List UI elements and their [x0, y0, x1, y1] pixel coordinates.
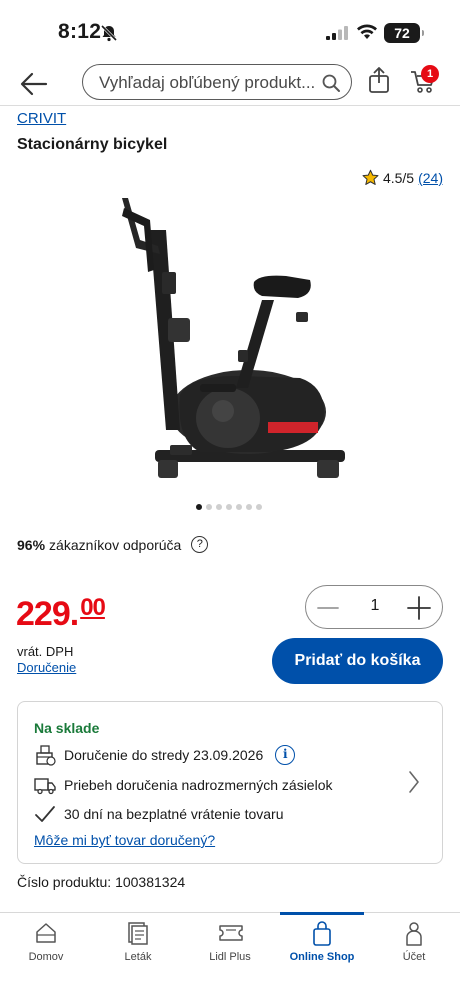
- help-icon[interactable]: ?: [191, 536, 209, 553]
- tab-label: Domov: [28, 951, 64, 963]
- carousel-dot[interactable]: [256, 504, 262, 510]
- product-number-label: Číslo produktu:: [17, 874, 112, 890]
- tab-home[interactable]: Domov: [0, 913, 92, 973]
- account-icon: [406, 922, 422, 946]
- returns-row: 30 dní na bezplatné vrátenie tovaru: [34, 803, 284, 825]
- review-count-link[interactable]: (24): [418, 170, 443, 186]
- delivery-link[interactable]: Doručenie: [17, 660, 76, 675]
- carousel-dot[interactable]: [236, 504, 242, 510]
- image-carousel-dots[interactable]: [196, 504, 262, 510]
- chevron-right-icon[interactable]: [408, 770, 420, 794]
- recommendation-row: 96% zákazníkov odporúča ?: [17, 536, 209, 553]
- availability-card[interactable]: Na sklade Doručenie do stredy 23.09.2026…: [17, 701, 443, 864]
- carousel-dot[interactable]: [206, 504, 212, 510]
- status-time: 8:12: [58, 20, 102, 43]
- rating-value: 4.5/5: [382, 169, 415, 186]
- carousel-dot[interactable]: [226, 504, 232, 510]
- delivery-date-text: Doručenie do stredy 23.09.2026: [64, 747, 264, 763]
- product-image[interactable]: [110, 190, 360, 490]
- tab-online-shop[interactable]: Online Shop: [276, 912, 368, 973]
- plus-icon[interactable]: [406, 595, 432, 621]
- bell-muted-icon: [100, 24, 118, 42]
- stock-status: Na sklade: [34, 720, 100, 736]
- tab-label: Lidl Plus: [209, 951, 251, 963]
- nav-divider: [0, 105, 460, 106]
- top-nav: Vyhľadaj obľúbený produkt... 1: [0, 62, 460, 106]
- tab-leaflet[interactable]: Leták: [92, 913, 184, 973]
- oversize-delivery-text: Priebeh doručenia nadrozmerných zásielok: [64, 777, 333, 793]
- price: 229.00: [16, 594, 106, 634]
- status-bar: 8:12 72: [0, 0, 460, 62]
- quantity-stepper: 1: [305, 585, 443, 629]
- tab-account[interactable]: Účet: [368, 913, 460, 973]
- checkmark-icon: [35, 806, 55, 822]
- star-icon: [362, 169, 379, 185]
- cellular-signal-icon: [326, 26, 348, 40]
- package-icon: [36, 745, 56, 766]
- product-title: Stacionárny bicykel: [17, 136, 168, 153]
- carousel-dot[interactable]: [216, 504, 222, 510]
- battery-indicator: 72: [384, 23, 424, 43]
- wifi-icon: [357, 24, 377, 39]
- recommend-text: zákazníkov odporúča: [49, 536, 182, 553]
- product-rating: 4.5/5 (24): [362, 169, 443, 186]
- brand-link[interactable]: CRIVIT: [17, 110, 66, 127]
- vat-note: vrát. DPH: [17, 644, 74, 659]
- carousel-dot[interactable]: [246, 504, 252, 510]
- tab-label: Leták: [124, 951, 152, 963]
- home-icon: [36, 923, 56, 943]
- ticket-icon: [219, 925, 243, 941]
- leaflet-icon: [128, 922, 148, 945]
- shopping-bag-icon: [313, 921, 331, 946]
- can-deliver-link[interactable]: Môže mi byť tovar doručený?: [34, 832, 215, 848]
- price-main: 229.: [16, 595, 79, 633]
- search-icon[interactable]: [321, 73, 341, 93]
- search-placeholder: Vyhľadaj obľúbený produkt...: [99, 73, 316, 92]
- product-number: Číslo produktu: 100381324: [17, 874, 185, 890]
- recommend-percent: 96%: [17, 536, 46, 553]
- tab-label: Online Shop: [289, 951, 355, 963]
- add-to-cart-button[interactable]: Pridať do košíka: [272, 638, 443, 684]
- tab-lidl-plus[interactable]: Lidl Plus: [184, 913, 276, 973]
- cart-count-badge: 1: [421, 65, 439, 83]
- price-cents: 00: [80, 594, 106, 621]
- info-icon[interactable]: i: [275, 745, 296, 765]
- oversize-delivery-row: Priebeh doručenia nadrozmerných zásielok: [34, 774, 332, 796]
- search-input[interactable]: Vyhľadaj obľúbený produkt...: [82, 64, 352, 100]
- bottom-tab-bar: Domov Leták Lidl Plus Online Shop Účet: [0, 912, 460, 1000]
- product-number-value: 100381324: [115, 874, 186, 890]
- returns-text: 30 dní na bezplatné vrátenie tovaru: [64, 806, 284, 822]
- truck-icon: [34, 778, 56, 795]
- tab-label: Účet: [402, 951, 426, 963]
- delivery-date-row: Doručenie do stredy 23.09.2026 i: [34, 744, 296, 766]
- carousel-dot[interactable]: [196, 504, 202, 510]
- back-arrow-icon[interactable]: [18, 68, 50, 100]
- share-icon[interactable]: [366, 66, 392, 94]
